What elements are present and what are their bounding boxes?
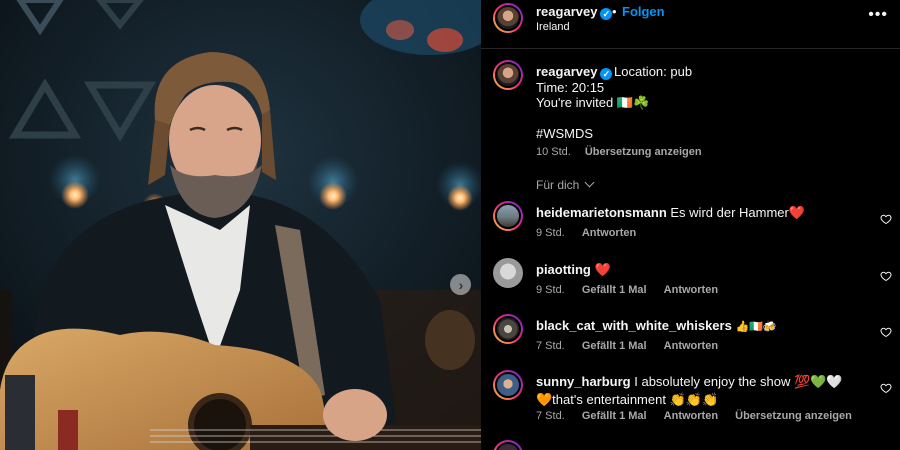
post-header: reagarvey ✓ • Folgen Ireland •••: [481, 0, 900, 49]
comment-item: piaotting ❤️ 9 Std. Gefällt 1 Mal Antwor…: [481, 258, 900, 314]
comment-avatar[interactable]: [493, 440, 523, 450]
chevron-down-icon: [584, 177, 595, 188]
verified-badge-icon: ✓: [600, 8, 613, 20]
caption-username-link[interactable]: reagarvey ✓: [536, 64, 613, 80]
comment-avatar[interactable]: [493, 314, 523, 344]
chevron-right-icon: ›: [458, 276, 464, 293]
post-photo-illustration: [0, 0, 481, 450]
post-image[interactable]: ›: [0, 0, 481, 450]
comment-meta: 7 Std. Gefällt 1 Mal Antworten Übersetzu…: [536, 410, 866, 422]
comment-username[interactable]: black_cat_with_white_whiskers: [536, 318, 732, 333]
caption-line-3: You're invited 🇮🇪☘️: [536, 95, 650, 110]
follow-button[interactable]: Folgen: [622, 4, 665, 19]
next-image-button[interactable]: ›: [450, 274, 471, 295]
caption-time[interactable]: 10 Std.: [536, 146, 571, 158]
comment-reply-button[interactable]: Antworten: [664, 284, 718, 296]
separator-dot: •: [612, 4, 617, 19]
caption-avatar[interactable]: [493, 60, 523, 90]
comment-time[interactable]: 7 Std.: [536, 410, 565, 422]
comment-text: 👍🇮🇪🍻: [735, 320, 777, 333]
comment-item: sunny_harburg I absolutely enjoy the sho…: [481, 370, 900, 430]
author-avatar[interactable]: [493, 3, 523, 33]
comment-item: heidemarietonsmann Es wird der Hammer❤️ …: [481, 201, 900, 257]
comment-likes[interactable]: Gefällt 1 Mal: [582, 284, 647, 296]
comment-meta: 9 Std. Gefällt 1 Mal Antworten: [536, 284, 732, 296]
caption-line-2: Time: 20:15: [536, 80, 605, 95]
comment-text: Es wird der Hammer❤️: [670, 205, 806, 220]
for-you-sort-button[interactable]: Für dich: [536, 177, 595, 192]
comment-time[interactable]: 9 Std.: [536, 227, 565, 239]
comment-text-line: heidemarietonsmann Es wird der Hammer❤️: [536, 204, 856, 222]
comment-username[interactable]: piaotting: [536, 262, 591, 277]
heart-outline-icon[interactable]: [880, 326, 892, 338]
author-username-link[interactable]: reagarvey ✓: [536, 4, 613, 20]
post-side-panel: reagarvey ✓ • Folgen Ireland ••• reagarve…: [481, 0, 900, 450]
comment-username[interactable]: sunny_harburg: [536, 374, 631, 389]
comment-text-line: sunny_harburg I absolutely enjoy the sho…: [536, 373, 856, 409]
comment-text: ❤️: [594, 262, 611, 277]
caption-translate-button[interactable]: Übersetzung anzeigen: [585, 146, 702, 158]
author-username[interactable]: reagarvey: [536, 4, 597, 19]
heart-outline-icon[interactable]: [880, 382, 892, 394]
comment-meta: 7 Std. Gefällt 1 Mal Antworten: [536, 340, 732, 352]
comment-avatar[interactable]: [493, 201, 523, 231]
comment-likes[interactable]: Gefällt 1 Mal: [582, 340, 647, 352]
comment-translate-button[interactable]: Übersetzung anzeigen: [735, 410, 852, 422]
heart-outline-icon[interactable]: [880, 213, 892, 225]
comment-reply-button[interactable]: Antworten: [664, 410, 718, 422]
caption-hashtag[interactable]: #WSMDS: [536, 126, 593, 141]
more-options-icon[interactable]: •••: [868, 6, 888, 24]
caption-username[interactable]: reagarvey: [536, 64, 597, 79]
comment-text-line: piaotting ❤️: [536, 261, 856, 279]
comment-likes[interactable]: Gefällt 1 Mal: [582, 410, 647, 422]
post-location[interactable]: Ireland: [536, 21, 570, 33]
caption-line-1: Location: pub: [614, 64, 693, 79]
verified-badge-icon: ✓: [600, 68, 613, 80]
for-you-label: Für dich: [536, 178, 580, 192]
comment-meta: 9 Std. Antworten: [536, 227, 650, 239]
comment-avatar[interactable]: [493, 370, 523, 400]
comment-reply-button[interactable]: Antworten: [664, 340, 718, 352]
comment-time[interactable]: 7 Std.: [536, 340, 565, 352]
comment-reply-button[interactable]: Antworten: [582, 227, 636, 239]
comment-text-line: black_cat_with_white_whiskers 👍🇮🇪🍻: [536, 317, 856, 336]
caption-meta: 10 Std. Übersetzung anzeigen: [536, 146, 702, 158]
comment-username[interactable]: heidemarietonsmann: [536, 205, 667, 220]
comment-avatar[interactable]: [493, 258, 523, 288]
comment-time[interactable]: 9 Std.: [536, 284, 565, 296]
heart-outline-icon[interactable]: [880, 270, 892, 282]
comment-item: black_cat_with_white_whiskers 👍🇮🇪🍻 7 Std…: [481, 314, 900, 370]
